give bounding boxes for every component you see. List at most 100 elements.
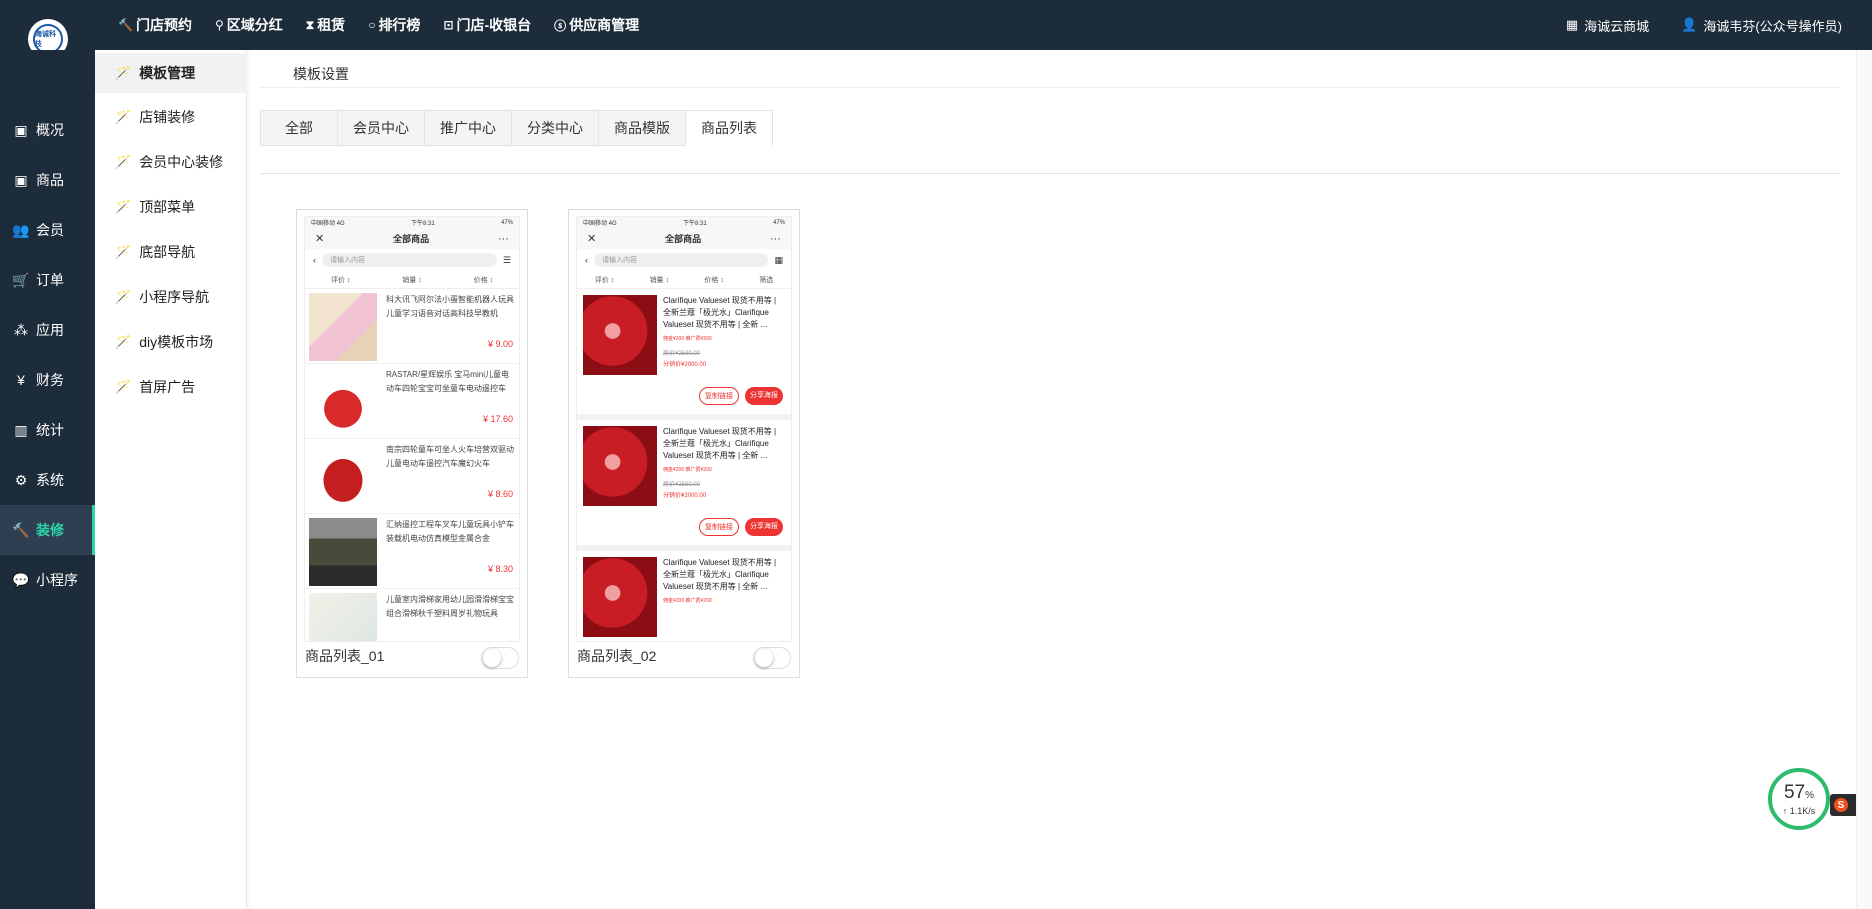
submenu-item-diy-market[interactable]: 🪄 diy模板市场 xyxy=(95,322,247,362)
template-toggle[interactable] xyxy=(753,647,791,669)
sidebar-item-overview[interactable]: ▣ 概况 xyxy=(0,105,95,155)
divider xyxy=(260,87,1840,88)
top-nav: 🔨 门店预约 ⚲ 区域分红 ⧗ 租赁 ○ 排行榜 ⊡ 门店-收银台 ⓢ 供应商管理 xyxy=(118,0,662,50)
sidebar-item-label: 会员 xyxy=(36,222,64,238)
toggle-knob xyxy=(483,649,501,667)
submenu-item-miniprogram-nav[interactable]: 🪄 小程序导航 xyxy=(95,277,247,317)
user-menu[interactable]: 👤 海诚韦芬(公众号操作员) xyxy=(1681,16,1842,35)
topnav-item-ranking[interactable]: ○ 排行榜 xyxy=(368,15,420,35)
page-title: 模板设置 xyxy=(293,66,349,82)
list-icon: ☰ xyxy=(502,254,511,265)
product-image xyxy=(309,293,377,361)
submenu: 🪄 模板管理 🪄 店铺装修 🪄 会员中心装修 🪄 顶部菜单 🪄 底部导航 🪄 小程序导航 🪄… xyxy=(95,50,247,909)
copy-link-button: 复制链接 xyxy=(699,518,739,536)
sort-option: 销量 ↕ xyxy=(402,276,422,284)
sort-option: 评价 ↕ xyxy=(594,276,615,284)
list-item: Clarifique Valueset 现货不用等 | 全新兰蔻「极光水」Cla… xyxy=(577,420,791,551)
topnav-item-cashier[interactable]: ⊡ 门店-收银台 xyxy=(443,15,531,35)
sidebar-item-finance[interactable]: ¥ 财务 xyxy=(0,355,95,405)
scrollbar[interactable] xyxy=(1856,50,1872,909)
sidebar-item-system[interactable]: ⚙ 系统 xyxy=(0,455,95,505)
template-preview: 中国移动 4G 下午8:31 47% ✕ 全部商品 ··· ‹ 请输入内容 ☰ … xyxy=(304,216,520,642)
product-price: ¥ 8.60 xyxy=(487,489,513,499)
topnav-item-supplier[interactable]: ⓢ 供应商管理 xyxy=(554,15,639,35)
grid-icon: ▦ xyxy=(774,254,783,265)
yen-icon: ¥ xyxy=(17,372,25,388)
topnav-item-rental[interactable]: ⧗ 租赁 xyxy=(306,15,345,35)
sogou-icon: S xyxy=(1834,798,1848,812)
tab-promo-center[interactable]: 推广中心 xyxy=(424,110,511,146)
template-toggle[interactable] xyxy=(481,647,519,669)
product-image xyxy=(309,518,377,586)
cash-icon: ⊡ xyxy=(443,18,454,32)
hammer-icon: 🔨 xyxy=(12,521,30,538)
sidebar-item-orders[interactable]: 🛒 订单 xyxy=(0,255,95,305)
submenu-item-store-decor[interactable]: 🪄 店铺装修 xyxy=(95,97,247,137)
close-icon: ✕ xyxy=(587,233,597,245)
template-card[interactable]: 中国移动 4G 下午8:31 47% ✕ 全部商品 ··· ‹ 请输入内容 ▦ … xyxy=(568,209,800,678)
sidebar-item-label: 订单 xyxy=(36,272,64,288)
tab-goods-list[interactable]: 商品列表 xyxy=(685,110,773,146)
phone-status-bar: 中国移动 4G 下午8:31 47% xyxy=(577,217,791,228)
submenu-item-label: 店铺装修 xyxy=(139,109,196,125)
product-price: ¥ 8.30 xyxy=(487,564,513,574)
submenu-item-label: 模板管理 xyxy=(139,65,196,81)
submenu-item-template-manage[interactable]: 🪄 模板管理 xyxy=(95,53,247,93)
sort-option: 销量 ↕ xyxy=(649,276,670,284)
sidebar-item-miniprogram[interactable]: 💬 小程序 xyxy=(0,555,95,605)
sidebar-item-stats[interactable]: ▥ 统计 xyxy=(0,405,95,455)
copy-link-button: 复制链接 xyxy=(699,387,739,405)
submenu-item-splash-ad[interactable]: 🪄 首屏广告 xyxy=(95,367,247,407)
hourglass-icon: ⧗ xyxy=(305,17,315,32)
mall-link[interactable]: ▦ 海诚云商城 xyxy=(1566,16,1649,35)
speed-rate: ↑ 1.1K/s xyxy=(1782,805,1816,816)
product-name: 南宗四轮童车可坐人火车培营双驱动儿童电动车遥控汽车魔幻火车 xyxy=(386,445,514,468)
phone-search: ‹ 请输入内容 ☰ xyxy=(305,249,519,271)
product-name: Clarifique Valueset 现货不用等 | 全新兰蔻「极光水」Cla… xyxy=(663,558,777,591)
close-icon: ✕ xyxy=(315,233,325,245)
template-name: 商品列表_01 xyxy=(305,648,385,664)
product-tags: 佣金¥200 推广费¥200 xyxy=(663,598,712,604)
submenu-item-member-center-decor[interactable]: 🪄 会员中心装修 xyxy=(95,142,247,182)
sidebar-item-goods[interactable]: ▣ 商品 xyxy=(0,155,95,205)
submenu-item-label: 首屏广告 xyxy=(139,379,196,395)
top-right: ▦ 海诚云商城 👤 海诚韦芬(公众号操作员) xyxy=(1534,0,1842,50)
tab-all[interactable]: 全部 xyxy=(260,110,337,146)
phone-sort-bar: 评价 ↕ 销量 ↕ 价格 ↕ 筛选 xyxy=(577,271,791,289)
sort-option: 评价 ↕ xyxy=(330,276,351,284)
submenu-item-top-menu[interactable]: 🪄 顶部菜单 xyxy=(95,187,247,227)
product-image xyxy=(309,443,377,511)
phone-search: ‹ 请输入内容 ▦ xyxy=(577,249,791,271)
sidebar-item-apps[interactable]: ⁂ 应用 xyxy=(0,305,95,355)
product-original-price: 原价¥2580.00 xyxy=(663,482,701,488)
product-name: Clarifique Valueset 现货不用等 | 全新兰蔻「极光水」Cla… xyxy=(663,296,777,329)
tab-category-center[interactable]: 分类中心 xyxy=(511,110,598,146)
magic-wand-icon: 🪄 xyxy=(115,199,132,214)
sidebar-item-label: 装修 xyxy=(36,522,64,538)
tab-member-center[interactable]: 会员中心 xyxy=(337,110,424,146)
product-price: ¥ 9.00 xyxy=(487,339,513,349)
template-tabs: 全部 会员中心 推广中心 分类中心 商品模版 商品列表 xyxy=(260,110,773,146)
topnav-label: 供应商管理 xyxy=(569,17,640,33)
topnav-item-region-bonus[interactable]: ⚲ 区域分红 xyxy=(215,15,283,35)
network-speed-widget[interactable]: 57% ↑ 1.1K/s xyxy=(1768,768,1830,830)
share-poster-button: 分享海报 xyxy=(745,387,783,405)
submenu-item-label: diy模板市场 xyxy=(139,334,214,350)
tab-goods-template[interactable]: 商品模版 xyxy=(598,110,685,146)
magic-wand-icon: 🪄 xyxy=(115,244,132,259)
circle-icon: ○ xyxy=(368,18,376,32)
submenu-item-label: 会员中心装修 xyxy=(139,154,224,170)
box-icon: ▣ xyxy=(14,171,28,188)
magic-wand-icon: 🪄 xyxy=(115,109,132,124)
user-icon: 👤 xyxy=(1681,17,1698,32)
sidebar-item-members[interactable]: 👥 会员 xyxy=(0,205,95,255)
template-card[interactable]: 中国移动 4G 下午8:31 47% ✕ 全部商品 ··· ‹ 请输入内容 ☰ … xyxy=(296,209,528,678)
magic-wand-icon: 🪄 xyxy=(115,65,132,80)
product-tags: 佣金¥200 推广费¥200 xyxy=(663,467,712,473)
topnav-item-store-booking[interactable]: 🔨 门店预约 xyxy=(118,15,192,35)
sidebar-item-decoration[interactable]: 🔨 装修 xyxy=(0,505,95,555)
magic-wand-icon: 🪄 xyxy=(115,379,132,394)
sort-option: 价格 ↕ xyxy=(704,276,724,284)
submenu-item-bottom-nav[interactable]: 🪄 底部导航 xyxy=(95,232,247,272)
list-item: 南宗四轮童车可坐人火车培营双驱动儿童电动车遥控汽车魔幻火车 ¥ 8.60 xyxy=(305,439,519,514)
